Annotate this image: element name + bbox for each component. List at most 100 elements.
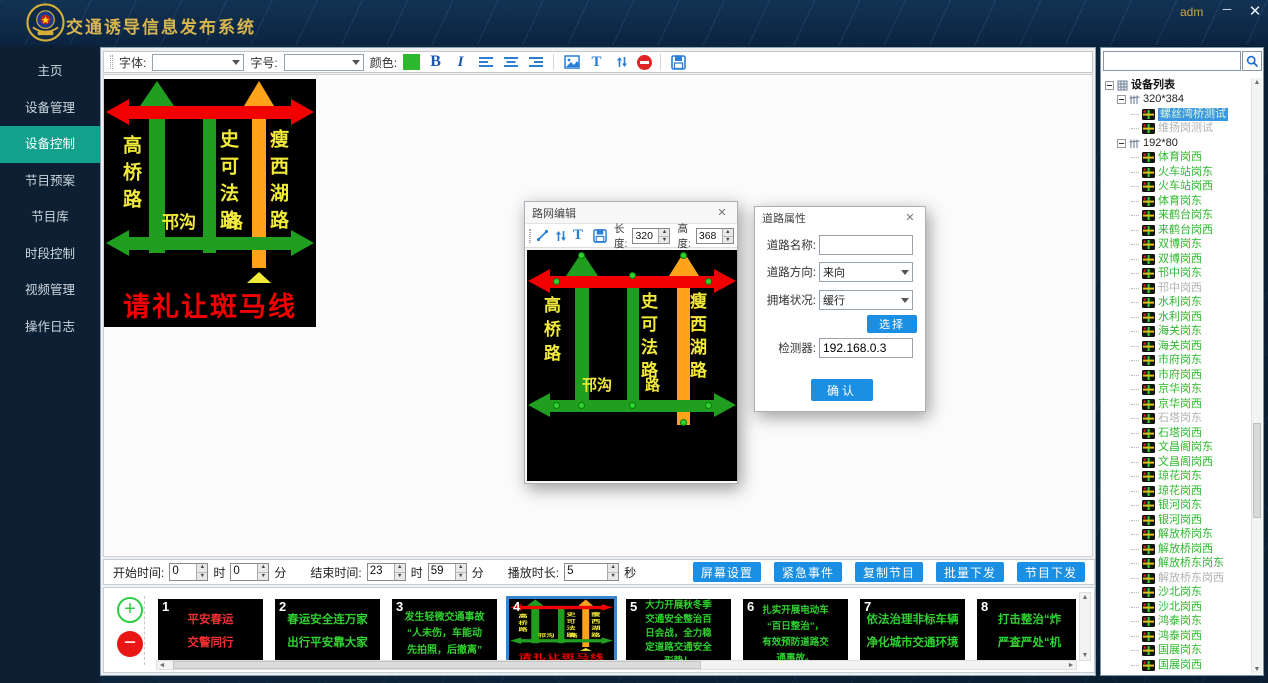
- tree-device-item[interactable]: 维扬岗测试: [1103, 122, 1250, 137]
- scroll-up-icon[interactable]: [1252, 78, 1262, 87]
- length-spinner[interactable]: 320: [632, 228, 670, 244]
- program-vertical-scrollbar[interactable]: [1079, 592, 1091, 661]
- tree-device-item[interactable]: 双博岗东: [1103, 238, 1250, 253]
- end-minute-spinner[interactable]: 59: [428, 563, 467, 581]
- tree-device-item[interactable]: 京华岗东: [1103, 383, 1250, 398]
- text-tool-button[interactable]: T: [587, 53, 606, 71]
- insert-image-button[interactable]: [562, 53, 581, 71]
- align-right-button[interactable]: [526, 53, 545, 71]
- tree-device-item[interactable]: 水利岗东: [1103, 296, 1250, 311]
- collapse-icon[interactable]: [1117, 95, 1126, 104]
- tree-device-item[interactable]: 市府岗西: [1103, 368, 1250, 383]
- tree-group-1[interactable]: 192*80: [1103, 136, 1250, 151]
- add-program-button[interactable]: +: [117, 597, 143, 623]
- edit-handle[interactable]: [705, 278, 712, 285]
- program-thumbnail-5[interactable]: 大力开展秋冬季交通安全整治百日会战，全力稳定道路交通安全形势！5: [626, 599, 731, 662]
- copy-program-button[interactable]: 复制节目: [855, 562, 923, 582]
- tree-device-item[interactable]: 水利岗西: [1103, 310, 1250, 325]
- search-button[interactable]: [1242, 51, 1262, 71]
- sign-preview[interactable]: 高桥路 史可法路 瘦西湖路 邗沟 路 请礼让斑马线: [104, 79, 316, 327]
- sidebar-item-1[interactable]: 设备管理: [0, 90, 100, 127]
- tree-device-item[interactable]: 体育岗西: [1103, 151, 1250, 166]
- user-label[interactable]: adm: [1180, 5, 1203, 19]
- collapse-icon[interactable]: [1117, 139, 1126, 148]
- tree-device-item[interactable]: 琼花岗西: [1103, 484, 1250, 499]
- collapse-icon[interactable]: [1105, 81, 1114, 90]
- program-thumbnail-4[interactable]: 高桥路 史可法路 瘦西湖路 邗沟 路 请礼让斑马线 4: [509, 599, 614, 662]
- scrollbar-thumb[interactable]: [173, 661, 701, 669]
- tree-device-item[interactable]: 海关岗东: [1103, 325, 1250, 340]
- minimize-button[interactable]: [1216, 2, 1238, 22]
- tree-device-item[interactable]: 沙北岗东: [1103, 586, 1250, 601]
- device-search-input[interactable]: [1103, 51, 1241, 71]
- select-detector-button[interactable]: 选择: [867, 315, 917, 333]
- scroll-down-icon[interactable]: [1252, 665, 1262, 674]
- start-minute-spinner[interactable]: 0: [230, 563, 269, 581]
- tree-device-item[interactable]: 银河岗西: [1103, 513, 1250, 528]
- emergency-event-button[interactable]: 紧急事件: [774, 562, 842, 582]
- start-hour-spinner[interactable]: 0: [169, 563, 208, 581]
- tree-device-item[interactable]: 解放桥东岗东: [1103, 557, 1250, 572]
- confirm-button[interactable]: 确认: [811, 379, 873, 401]
- close-button[interactable]: [1244, 2, 1266, 22]
- edit-handle[interactable]: [705, 402, 712, 409]
- tree-device-item[interactable]: 石塔岗西: [1103, 426, 1250, 441]
- edit-handle[interactable]: [680, 419, 687, 426]
- bold-button[interactable]: B: [426, 53, 445, 71]
- tree-device-item[interactable]: 邗中岗西: [1103, 281, 1250, 296]
- tree-group-0[interactable]: 320*384: [1103, 93, 1250, 108]
- edit-handle[interactable]: [553, 278, 560, 285]
- screen-settings-button[interactable]: 屏幕设置: [693, 562, 761, 582]
- italic-button[interactable]: I: [451, 53, 470, 71]
- batch-send-button[interactable]: 批量下发: [936, 562, 1004, 582]
- sidebar-item-4[interactable]: 节目库: [0, 199, 100, 236]
- sidebar-item-6[interactable]: 视频管理: [0, 272, 100, 309]
- sidebar-item-3[interactable]: 节目预案: [0, 163, 100, 200]
- tree-device-item[interactable]: 国展岗西: [1103, 658, 1250, 673]
- edit-handle[interactable]: [578, 402, 585, 409]
- roadnet-tool-button[interactable]: [612, 53, 631, 71]
- tree-device-item[interactable]: 石塔岗东: [1103, 412, 1250, 427]
- program-horizontal-scrollbar[interactable]: [156, 660, 1077, 670]
- scroll-right-icon[interactable]: [1066, 661, 1076, 670]
- scroll-down-icon[interactable]: [1080, 651, 1090, 660]
- close-icon[interactable]: [902, 211, 918, 224]
- tree-device-item[interactable]: 海关岗西: [1103, 339, 1250, 354]
- edit-handle[interactable]: [578, 252, 585, 259]
- send-program-button[interactable]: 节目下发: [1017, 562, 1085, 582]
- program-thumbnail-3[interactable]: 发生轻微交通事故“人未伤，车能动先拍照，后撤离”3: [392, 599, 497, 662]
- program-thumbnail-6[interactable]: 扎实开展电动车“百日整治”，有效预防道路交通事故。6: [743, 599, 848, 662]
- remove-program-button[interactable]: −: [117, 631, 143, 657]
- edit-handle[interactable]: [553, 402, 560, 409]
- road-name-input[interactable]: [819, 235, 913, 255]
- draw-road-button[interactable]: [536, 227, 549, 245]
- tree-device-item[interactable]: 市府岗东: [1103, 354, 1250, 369]
- tree-device-item[interactable]: 文昌阁岗西: [1103, 455, 1250, 470]
- tree-scrollbar[interactable]: [1251, 78, 1262, 674]
- dialog-titlebar[interactable]: 道路属性: [755, 207, 925, 228]
- sidebar-item-2[interactable]: 设备控制: [0, 126, 100, 163]
- tree-device-item[interactable]: 来鹤台岗西: [1103, 223, 1250, 238]
- edit-handle[interactable]: [629, 402, 636, 409]
- stop-button[interactable]: [637, 55, 652, 70]
- font-select[interactable]: [152, 54, 244, 71]
- tree-device-item[interactable]: 体育岗东: [1103, 194, 1250, 209]
- tree-device-item[interactable]: 文昌阁岗东: [1103, 441, 1250, 456]
- scrollbar-thumb[interactable]: [1253, 423, 1261, 518]
- end-hour-spinner[interactable]: 23: [367, 563, 406, 581]
- tree-device-item[interactable]: 解放桥东岗西: [1103, 571, 1250, 586]
- tree-device-item[interactable]: 来鹤台岗东: [1103, 209, 1250, 224]
- save-button[interactable]: [669, 53, 688, 71]
- close-icon[interactable]: [714, 206, 730, 219]
- detector-input[interactable]: [819, 338, 913, 358]
- program-thumbnail-7[interactable]: 依法治理非标车辆净化城市交通环境7: [860, 599, 965, 662]
- tree-device-item[interactable]: 螺丝湾桥测试: [1103, 107, 1250, 122]
- tree-device-item[interactable]: 火车站岗东: [1103, 165, 1250, 180]
- tree-device-item[interactable]: 火车站岗西: [1103, 180, 1250, 195]
- color-swatch[interactable]: [403, 54, 420, 70]
- tree-device-item[interactable]: 沙北岗西: [1103, 600, 1250, 615]
- scroll-left-icon[interactable]: [157, 661, 167, 670]
- roadnet-tool-button[interactable]: [554, 227, 568, 245]
- program-thumbnail-1[interactable]: 平安春运交警同行1: [158, 599, 263, 662]
- program-thumbnail-8[interactable]: 打击整治“炸严查严处“机8: [977, 599, 1076, 662]
